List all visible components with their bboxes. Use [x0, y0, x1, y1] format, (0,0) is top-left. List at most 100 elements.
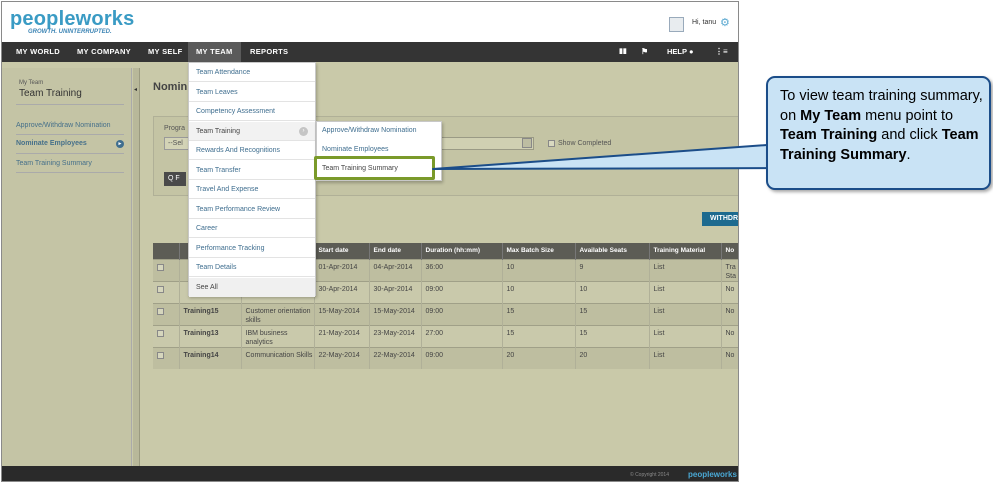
note-cell: No — [721, 302, 738, 325]
search-button[interactable]: Q F — [164, 172, 186, 186]
available-seats: 10 — [575, 280, 650, 303]
menu-item-see-all[interactable]: See All — [189, 277, 315, 297]
sidebar-divider — [16, 153, 124, 154]
col-header-seats[interactable]: Available Seats — [575, 243, 650, 259]
menu-item-team-attendance[interactable]: Team Attendance — [189, 63, 315, 82]
available-seats: 9 — [575, 258, 650, 281]
submenu-item-approve-withdraw[interactable]: Approve/Withdraw Nomination — [322, 127, 417, 134]
filter-label: Progra — [164, 125, 186, 132]
chevron-left-icon: ◂ — [134, 87, 138, 93]
header: peopleworks GROWTH. UNINTERRUPTED. Hi, t… — [2, 2, 738, 41]
sidebar-item-team-training-summary[interactable]: Team Training Summary — [16, 160, 92, 167]
col-header-select — [153, 243, 180, 259]
row-checkbox[interactable] — [157, 307, 164, 315]
end-date: 30-Apr-2014 — [369, 280, 422, 303]
row-select[interactable] — [153, 258, 180, 281]
row-select[interactable] — [153, 302, 180, 325]
menu-item-team-performance-review[interactable]: Team Performance Review — [189, 200, 315, 219]
help-button[interactable]: HELP ● — [667, 42, 694, 62]
col-header-note: No — [721, 243, 738, 259]
duration: 09:00 — [421, 280, 503, 303]
table-row: Training15 Customer orientation skills 1… — [153, 302, 738, 325]
menu-item-team-training-label: Team Training — [196, 127, 240, 135]
material-link[interactable]: List — [649, 302, 722, 325]
avatar[interactable] — [669, 17, 684, 32]
row-checkbox[interactable] — [157, 351, 164, 359]
end-date: 04-Apr-2014 — [369, 258, 422, 281]
calendar-icon[interactable] — [522, 138, 532, 148]
note-cell: No — [721, 324, 738, 347]
help-label: HELP — [667, 47, 687, 56]
nav-my-company[interactable]: MY COMPANY — [69, 42, 137, 62]
sidebar: My Team Team Training Approve/Withdraw N… — [2, 68, 132, 466]
menu-item-team-leaves[interactable]: Team Leaves — [189, 83, 315, 102]
menu-item-travel-expense[interactable]: Travel And Expense — [189, 180, 315, 199]
menu-item-career[interactable]: Career — [189, 219, 315, 238]
book-icon[interactable]: ▮▮ — [619, 42, 627, 62]
sidebar-collapse-handle[interactable]: ◂ — [133, 68, 140, 466]
training-desc: Customer orientation skills — [241, 302, 315, 325]
row-select[interactable] — [153, 346, 180, 369]
sidebar-divider — [16, 172, 124, 173]
app-window: peopleworks GROWTH. UNINTERRUPTED. Hi, t… — [1, 1, 739, 482]
sidebar-item-approve-withdraw[interactable]: Approve/Withdraw Nomination — [16, 122, 111, 129]
menu-item-team-transfer[interactable]: Team Transfer — [189, 161, 315, 180]
sidebar-divider — [16, 104, 124, 105]
material-link[interactable]: List — [649, 280, 722, 303]
arrow-right-icon: ► — [116, 140, 124, 148]
end-date: 22-May-2014 — [369, 346, 422, 369]
col-header-max[interactable]: Max Batch Size — [502, 243, 576, 259]
logo[interactable]: peopleworks GROWTH. UNINTERRUPTED. — [10, 8, 134, 35]
menu-item-competency-assessment[interactable]: Competency Assessment — [189, 102, 315, 121]
duration: 09:00 — [421, 302, 503, 325]
show-completed-checkbox[interactable] — [548, 140, 555, 147]
help-icon: ● — [688, 47, 694, 56]
menu-item-performance-tracking[interactable]: Performance Tracking — [189, 239, 315, 258]
page-title: Nomin — [153, 81, 188, 93]
sidebar-title: Team Training — [19, 88, 82, 99]
main-nav: MY WORLD MY COMPANY MY SELF MY TEAM REPO… — [2, 42, 738, 62]
end-date: 23-May-2014 — [369, 324, 422, 347]
nav-my-team[interactable]: MY TEAM — [188, 42, 241, 62]
table-row: Training14 Communication Skills 22-May-2… — [153, 346, 738, 369]
col-header-start[interactable]: Start date — [314, 243, 370, 259]
col-header-end[interactable]: End date — [369, 243, 422, 259]
col-header-duration[interactable]: Duration (hh:mm) — [421, 243, 503, 259]
available-seats: 15 — [575, 302, 650, 325]
training-name-link[interactable]: Training13 — [179, 324, 242, 347]
row-select[interactable] — [153, 280, 180, 303]
max-batch: 20 — [502, 346, 576, 369]
gear-icon[interactable]: ⚙ — [720, 16, 730, 29]
material-link[interactable]: List — [649, 324, 722, 347]
row-select[interactable] — [153, 324, 180, 347]
menu-item-rewards[interactable]: Rewards And Recognitions — [189, 141, 315, 160]
footer-copyright: © Copyright 2014 — [630, 472, 669, 478]
sidebar-item-nominate-employees[interactable]: Nominate Employees — [16, 140, 87, 147]
material-link[interactable]: List — [649, 258, 722, 281]
sidebar-subtitle: My Team — [19, 80, 44, 86]
training-name-link[interactable]: Training14 — [179, 346, 242, 369]
callout-text-part: menu point to — [861, 107, 954, 124]
user-greeting: Hi, tanu — [692, 19, 717, 26]
row-checkbox[interactable] — [157, 263, 164, 271]
sidebar-divider — [16, 134, 124, 135]
highlight-box — [314, 156, 435, 180]
menu-icon[interactable]: ⋮≡ — [715, 42, 728, 62]
material-link[interactable]: List — [649, 346, 722, 369]
duration: 36:00 — [421, 258, 503, 281]
training-name-link[interactable]: Training15 — [179, 302, 242, 325]
submenu-item-nominate-employees[interactable]: Nominate Employees — [322, 146, 389, 153]
menu-item-team-training[interactable]: Team Training › — [189, 121, 315, 141]
start-date: 15-May-2014 — [314, 302, 370, 325]
callout-text-part: and click — [877, 127, 942, 143]
withdraw-button[interactable]: WITHDR — [702, 212, 738, 226]
nav-my-self[interactable]: MY SELF — [140, 42, 188, 62]
nav-my-world[interactable]: MY WORLD — [8, 42, 68, 62]
menu-item-team-details[interactable]: Team Details — [189, 258, 315, 277]
row-checkbox[interactable] — [157, 329, 164, 337]
training-desc: IBM business analytics — [241, 324, 315, 347]
available-seats: 20 — [575, 346, 650, 369]
row-checkbox[interactable] — [157, 285, 164, 293]
flag-icon[interactable]: ⚑ — [641, 42, 648, 62]
nav-reports[interactable]: REPORTS — [244, 42, 299, 62]
